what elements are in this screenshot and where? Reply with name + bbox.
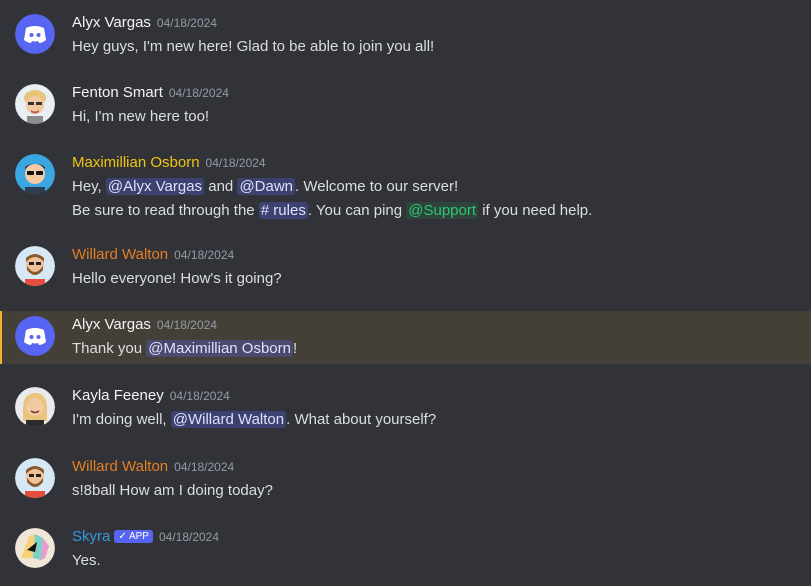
text-span: and xyxy=(204,178,238,195)
author-name[interactable]: Skyra xyxy=(72,528,110,545)
message-text: Hello everyone! How's it going? xyxy=(72,270,282,287)
text-span: Thank you xyxy=(72,340,147,357)
message-item-highlighted: Alyx Vargas 04/18/2024 Thank you @Maximil… xyxy=(0,311,811,364)
text-span: Be sure to read through the xyxy=(72,202,259,219)
timestamp: 04/18/2024 xyxy=(158,530,220,544)
bot-avatar[interactable] xyxy=(15,528,55,568)
message-text: Be sure to read through the # rules. You… xyxy=(72,202,592,219)
message-text: I'm doing well, @Willard Walton. What ab… xyxy=(72,411,436,428)
text-span: ! xyxy=(292,340,298,357)
user-avatar[interactable] xyxy=(15,246,55,286)
user-avatar[interactable] xyxy=(15,84,55,124)
role-mention[interactable]: @Support xyxy=(406,202,479,219)
author-name[interactable]: Willard Walton xyxy=(72,458,168,475)
user-mention[interactable]: @Willard Walton xyxy=(170,411,287,428)
message-item: Alyx Vargas 04/18/2024 Hey guys, I'm new … xyxy=(0,8,811,70)
message-list: Alyx Vargas 04/18/2024 Hey guys, I'm new … xyxy=(0,0,811,586)
user-mention[interactable]: @Alyx Vargas xyxy=(105,178,205,195)
user-avatar[interactable] xyxy=(15,387,55,427)
text-span: . Welcome to our server! xyxy=(295,178,459,195)
author-name[interactable]: Willard Walton xyxy=(72,246,168,263)
user-mention[interactable]: @Dawn xyxy=(237,178,296,195)
message-text: s!8ball How am I doing today? xyxy=(72,482,273,499)
message-item: Willard Walton 04/18/2024 s!8ball How am … xyxy=(0,452,811,514)
message-text: Hi, I'm new here too! xyxy=(72,108,210,125)
message-item: Willard Walton 04/18/2024 Hello everyone!… xyxy=(0,240,811,302)
message-text: Yes. xyxy=(72,552,101,569)
message-item: Fenton Smart 04/18/2024 Hi, I'm new here … xyxy=(0,78,811,140)
timestamp: 04/18/2024 xyxy=(205,156,266,170)
message-text: Thank you @Maximillian Osborn! xyxy=(72,340,297,357)
text-span: if you need help. xyxy=(478,202,593,219)
message-item: Kayla Feeney 04/18/2024 I'm doing well, @… xyxy=(0,381,811,443)
discord-logo-avatar[interactable] xyxy=(15,316,55,356)
text-span: . What about yourself? xyxy=(286,411,437,428)
author-name[interactable]: Alyx Vargas xyxy=(72,14,151,31)
text-span: I'm doing well, xyxy=(72,411,171,428)
author-name[interactable]: Kayla Feeney xyxy=(72,387,164,404)
author-name[interactable]: Maximillian Osborn xyxy=(72,154,200,171)
user-avatar[interactable] xyxy=(15,458,55,498)
message-text: Hey, @Alyx Vargas and @Dawn. Welcome to … xyxy=(72,178,458,195)
timestamp: 04/18/2024 xyxy=(169,389,230,403)
author-name[interactable]: Fenton Smart xyxy=(72,84,163,101)
timestamp: 04/18/2024 xyxy=(156,16,217,30)
timestamp: 04/18/2024 xyxy=(174,460,235,474)
message-text: Hey guys, I'm new here! Glad to be able … xyxy=(72,38,435,55)
author-name[interactable]: Alyx Vargas xyxy=(72,316,151,333)
timestamp: 04/18/2024 xyxy=(156,318,217,332)
channel-mention[interactable]: # rules xyxy=(258,202,308,219)
user-mention[interactable]: @Maximillian Osborn xyxy=(146,340,293,357)
discord-logo-avatar[interactable] xyxy=(15,14,55,54)
message-item: Maximillian Osborn 04/18/2024 Hey, @Alyx … xyxy=(0,148,811,232)
timestamp: 04/18/2024 xyxy=(168,86,229,100)
app-badge: ✓ APP xyxy=(114,530,153,543)
user-avatar[interactable] xyxy=(15,154,55,194)
text-span: . You can ping xyxy=(307,202,407,219)
text-span: Hey, xyxy=(72,178,106,195)
timestamp: 04/18/2024 xyxy=(174,248,235,262)
message-item: Skyra ✓ APP 04/18/2024 Yes. xyxy=(0,522,811,584)
